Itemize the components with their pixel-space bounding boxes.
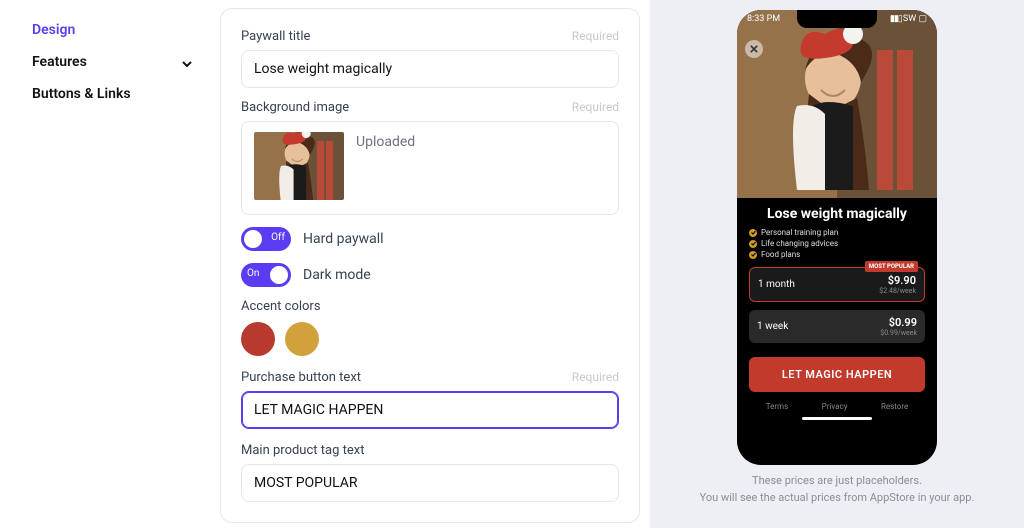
nav-label: Features — [32, 54, 87, 70]
phone-notch — [797, 10, 877, 28]
required-text: Required — [572, 100, 619, 114]
nav-features[interactable]: Features — [28, 46, 196, 78]
plan-option-selected[interactable]: MOST POPULAR 1 month $9.90 $2.48/week — [749, 267, 925, 302]
close-icon[interactable] — [745, 40, 763, 58]
toggle-knob — [244, 230, 262, 248]
purchase-button-label: Purchase button text — [241, 370, 361, 385]
phone-preview: 8:33 PM ▮▮▯ SW ▢ Lose weight magically P… — [737, 10, 937, 465]
dark-mode-label: Dark mode — [303, 267, 371, 283]
status-time: 8:33 PM — [747, 14, 780, 24]
dark-mode-toggle[interactable]: On — [241, 263, 291, 287]
sidebar: Design Features Buttons & Links — [0, 0, 210, 528]
feature-row: Life changing advices — [749, 239, 925, 248]
upload-thumbnail — [254, 132, 344, 200]
upload-status: Uploaded — [356, 132, 415, 150]
footer-terms[interactable]: Terms — [766, 402, 788, 411]
plan-option[interactable]: 1 week $0.99 $0.99/week — [749, 310, 925, 343]
toggle-knob — [270, 266, 288, 284]
feature-row: Food plans — [749, 250, 925, 259]
footer-restore[interactable]: Restore — [881, 402, 908, 411]
paywall-title-label: Paywall title — [241, 29, 310, 44]
check-icon — [749, 251, 757, 259]
purchase-button-input[interactable] — [241, 391, 619, 429]
cta-button[interactable]: LET MAGIC HAPPEN — [749, 357, 925, 392]
main-tag-input[interactable] — [241, 464, 619, 502]
chevron-down-icon — [182, 57, 192, 67]
status-right: ▮▮▯ SW ▢ — [890, 14, 927, 24]
main-tag-label: Main product tag text — [241, 443, 364, 458]
plan-name: 1 week — [757, 321, 788, 332]
footer-privacy[interactable]: Privacy — [822, 402, 848, 411]
hard-paywall-label: Hard paywall — [303, 231, 384, 247]
plan-name: 1 month — [758, 279, 795, 290]
accent-swatch-2[interactable] — [285, 322, 319, 356]
plan-subprice: $0.99/week — [880, 329, 917, 337]
nav-label: Buttons & Links — [32, 86, 131, 102]
accent-swatch-1[interactable] — [241, 322, 275, 356]
form-panel: Paywall title Required Background image … — [210, 0, 650, 528]
hard-paywall-toggle[interactable]: Off — [241, 227, 291, 251]
feature-row: Personal training plan — [749, 228, 925, 237]
nav-buttons-links[interactable]: Buttons & Links — [28, 78, 196, 110]
accent-colors-label: Accent colors — [241, 299, 619, 314]
paywall-preview-title: Lose weight magically — [749, 206, 925, 222]
home-indicator — [802, 417, 872, 420]
paywall-title-input[interactable] — [241, 50, 619, 88]
plan-price: $0.99 — [880, 316, 917, 329]
nav-design[interactable]: Design — [28, 14, 196, 46]
required-text: Required — [572, 370, 619, 384]
plan-price: $9.90 — [879, 274, 916, 287]
disclaimer-text: These prices are just placeholders. You … — [700, 473, 975, 506]
nav-label: Design — [32, 22, 75, 38]
toggle-state-text: On — [247, 268, 259, 279]
phone-hero-image — [737, 10, 937, 198]
background-image-label: Background image — [241, 100, 349, 115]
required-text: Required — [572, 29, 619, 43]
toggle-state-text: Off — [271, 232, 285, 243]
plan-tag: MOST POPULAR — [865, 261, 918, 272]
plan-subprice: $2.48/week — [879, 287, 916, 295]
check-icon — [749, 240, 757, 248]
check-icon — [749, 229, 757, 237]
background-upload-area[interactable]: Uploaded — [241, 121, 619, 215]
preview-panel: 8:33 PM ▮▮▯ SW ▢ Lose weight magically P… — [650, 0, 1024, 528]
form-card: Paywall title Required Background image … — [220, 8, 640, 523]
